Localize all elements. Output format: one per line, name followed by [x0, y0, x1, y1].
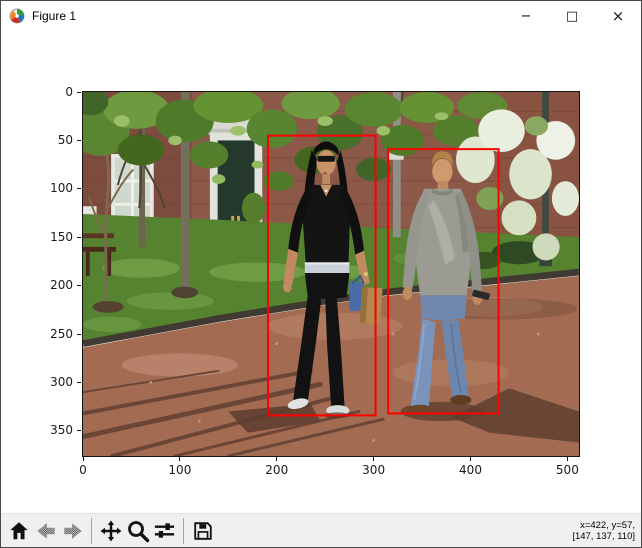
x-tick-mark — [373, 457, 375, 461]
y-tick-label: 0 — [65, 84, 73, 99]
x-tick-mark — [82, 457, 84, 461]
plot-area[interactable] — [82, 91, 580, 457]
x-tick-mark — [470, 457, 471, 461]
configure-subplots-button[interactable] — [151, 516, 178, 546]
cursor-status: x=422, y=57, [147, 137, 110] — [572, 520, 635, 542]
y-tick-mark — [77, 91, 81, 93]
x-tick-mark — [276, 457, 278, 461]
y-tick-mark — [77, 188, 81, 190]
save-floppy-icon — [193, 521, 212, 540]
y-tick-mark — [77, 236, 81, 238]
x-tick-label: 300 — [362, 463, 386, 477]
y-tick-label: 200 — [50, 278, 73, 293]
forward-button[interactable] — [59, 516, 86, 546]
y-tick-mark — [77, 139, 81, 141]
pan-icon — [100, 520, 121, 541]
y-tick-label: 350 — [50, 423, 73, 438]
sliders-icon — [154, 523, 175, 538]
y-tick-label: 300 — [50, 374, 73, 389]
toolbar: x=422, y=57, [147, 137, 110] — [1, 513, 641, 547]
y-tick-label: 100 — [50, 181, 73, 196]
figure-window: Figure 1 − □ × 0 100 200 300 400 500 0 5… — [0, 0, 642, 548]
matplotlib-logo-icon — [9, 8, 25, 24]
minimize-button[interactable]: − — [503, 1, 549, 31]
x-tick-label: 100 — [168, 463, 192, 477]
home-icon — [9, 521, 28, 539]
zoom-button[interactable] — [124, 516, 151, 546]
x-tick-label: 500 — [555, 463, 579, 477]
y-tick-label: 150 — [50, 229, 73, 244]
window-title: Figure 1 — [32, 9, 77, 23]
close-button[interactable]: × — [595, 1, 641, 31]
y-tick-mark — [77, 381, 81, 383]
figure-canvas[interactable]: 0 100 200 300 400 500 0 50 100 150 200 250 300 350 — [1, 31, 641, 513]
pan-button[interactable] — [97, 516, 124, 546]
home-button[interactable] — [5, 516, 32, 546]
x-tick-mark — [179, 457, 181, 461]
x-tick-label: 200 — [265, 463, 289, 477]
maximize-button[interactable]: □ — [549, 1, 595, 31]
pedestrian-image — [83, 92, 579, 456]
titlebar[interactable]: Figure 1 − □ × — [1, 1, 641, 31]
y-tick-label: 50 — [57, 132, 73, 147]
y-tick-mark — [77, 430, 81, 432]
toolbar-separator — [91, 517, 92, 544]
back-arrow-icon — [36, 522, 55, 539]
y-tick-mark — [77, 285, 81, 287]
y-tick-label: 250 — [50, 326, 73, 341]
x-tick-label: 0 — [79, 463, 87, 477]
forward-arrow-icon — [63, 522, 82, 539]
toolbar-separator — [183, 517, 184, 544]
back-button[interactable] — [32, 516, 59, 546]
cursor-pixel-value: [147, 137, 110] — [572, 530, 635, 542]
save-figure-button[interactable] — [189, 516, 216, 546]
x-tick-mark — [566, 457, 568, 461]
magnifier-icon — [127, 520, 149, 542]
cursor-coordinates: x=422, y=57, — [580, 519, 635, 531]
y-tick-mark — [77, 333, 81, 335]
x-tick-label: 400 — [459, 463, 482, 477]
